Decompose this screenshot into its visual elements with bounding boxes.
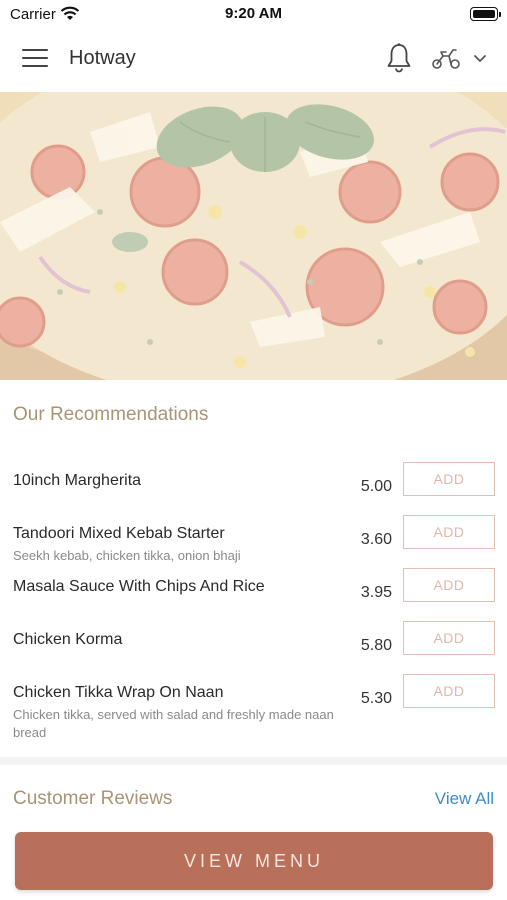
section-divider: [0, 757, 507, 765]
clock: 9:20 AM: [225, 5, 282, 22]
add-button[interactable]: ADD: [403, 568, 495, 602]
item-price: 3.60: [360, 531, 392, 548]
app-header: Hotway: [0, 28, 507, 92]
app-title: Hotway: [69, 47, 136, 69]
add-button[interactable]: ADD: [403, 674, 495, 708]
add-button[interactable]: ADD: [403, 462, 495, 496]
item-name: Chicken Korma: [13, 631, 123, 648]
menu-icon[interactable]: [22, 49, 48, 69]
add-button[interactable]: ADD: [403, 515, 495, 549]
bell-icon[interactable]: [385, 42, 413, 74]
add-button[interactable]: ADD: [403, 621, 495, 655]
hero-pizza-image: [0, 92, 507, 380]
chevron-down-icon[interactable]: [472, 52, 488, 64]
item-name: Masala Sauce With Chips And Rice: [13, 578, 265, 595]
item-description: Seekh kebab, chicken tikka, onion bhaji: [13, 548, 241, 563]
scooter-icon[interactable]: [431, 46, 461, 70]
item-price: 5.80: [360, 637, 392, 654]
item-name: Tandoori Mixed Kebab Starter: [13, 525, 225, 542]
item-description: Chicken tikka, served with salad and fre…: [13, 707, 334, 740]
recommendations-title: Our Recommendations: [13, 404, 209, 425]
view-menu-button[interactable]: VIEW MENU: [15, 832, 493, 890]
reviews-title: Customer Reviews: [13, 788, 173, 809]
item-price: 3.95: [360, 584, 392, 601]
item-name: 10inch Margherita: [13, 472, 142, 489]
item-price: 5.30: [360, 690, 392, 707]
item-name: Chicken Tikka Wrap On Naan: [13, 684, 224, 701]
view-all-link[interactable]: View All: [435, 789, 494, 809]
item-price: 5.00: [360, 478, 392, 495]
battery-icon: [470, 7, 501, 21]
status-bar: Carrier 9:20 AM: [0, 0, 507, 28]
